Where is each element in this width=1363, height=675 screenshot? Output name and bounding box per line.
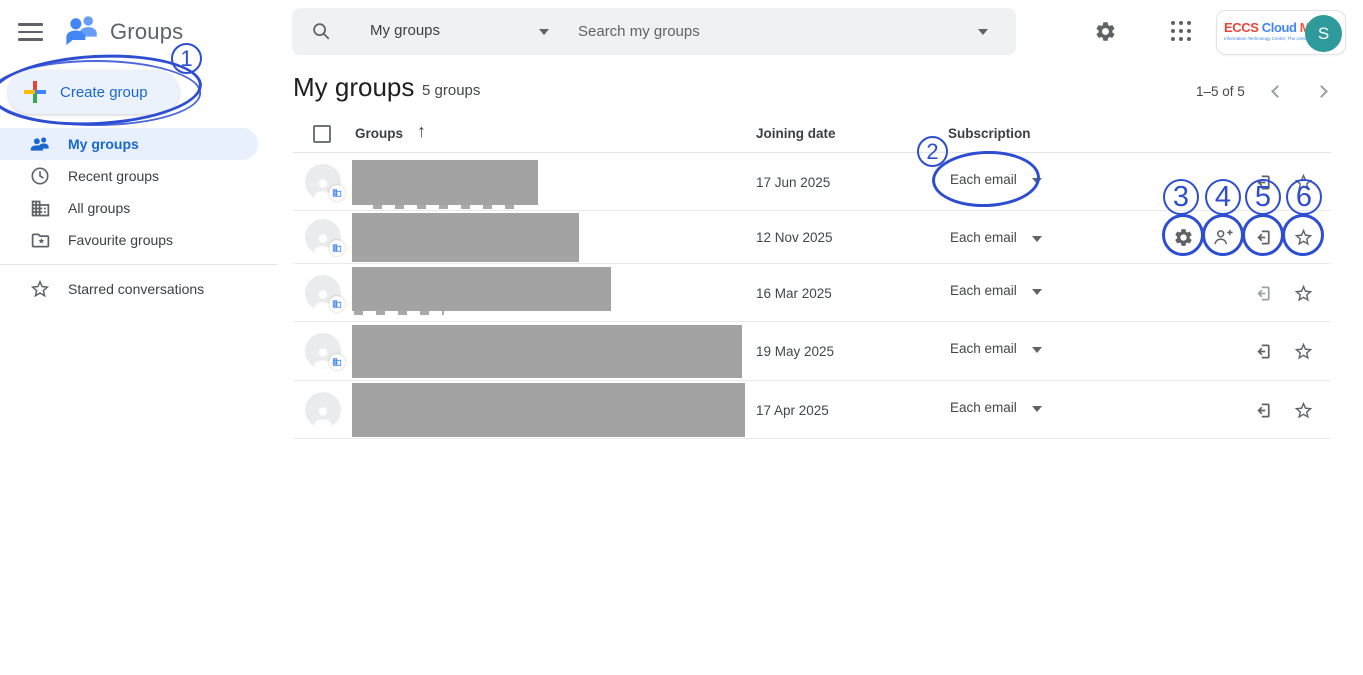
redacted-text-remnant bbox=[354, 311, 444, 315]
sidebar-item-my-groups[interactable]: My groups bbox=[0, 128, 258, 160]
sidebar-item-favourite-groups[interactable]: Favourite groups bbox=[0, 224, 258, 256]
search-icon bbox=[310, 20, 332, 47]
joining-date: 12 Nov 2025 bbox=[756, 230, 833, 245]
redacted-group-name bbox=[352, 267, 611, 311]
group-avatar bbox=[305, 392, 341, 428]
search-input[interactable] bbox=[578, 16, 958, 47]
star-group-icon[interactable] bbox=[1291, 398, 1315, 422]
star-icon bbox=[28, 277, 52, 301]
subscription-caret-icon[interactable] bbox=[1032, 289, 1042, 295]
sort-ascending-icon[interactable]: ↑ bbox=[417, 121, 426, 142]
redacted-group-name bbox=[352, 213, 579, 262]
star-group-icon[interactable] bbox=[1291, 170, 1315, 194]
leave-group-icon[interactable] bbox=[1251, 339, 1275, 363]
table-row[interactable]: 16 Mar 2025 Each email bbox=[293, 264, 1331, 322]
table-header: Groups ↑ Joining date Subscription bbox=[293, 120, 1331, 153]
organization-badge-icon bbox=[329, 240, 345, 256]
table-row[interactable]: 17 Apr 2025 Each email bbox=[293, 381, 1331, 439]
column-subscription[interactable]: Subscription bbox=[948, 126, 1031, 141]
column-groups[interactable]: Groups bbox=[355, 126, 403, 141]
organization-badge-icon bbox=[329, 354, 345, 370]
subscription-caret-icon[interactable] bbox=[1032, 406, 1042, 412]
leave-group-icon[interactable] bbox=[1251, 225, 1275, 249]
sidebar-item-label: Favourite groups bbox=[68, 232, 173, 248]
joining-date: 19 May 2025 bbox=[756, 344, 834, 359]
subscription-value[interactable]: Each email bbox=[950, 283, 1017, 298]
folder-star-icon bbox=[28, 228, 52, 252]
select-all-checkbox[interactable] bbox=[313, 125, 331, 143]
people-icon bbox=[28, 132, 52, 156]
subscription-value[interactable]: Each email bbox=[950, 172, 1017, 187]
redacted-group-name bbox=[352, 325, 742, 378]
account-card: ECCS Cloud Mail Information Technology C… bbox=[1216, 10, 1346, 55]
groups-logo-icon bbox=[64, 13, 102, 51]
sidebar-item-label: All groups bbox=[68, 200, 130, 216]
sidebar-item-recent-groups[interactable]: Recent groups bbox=[0, 160, 258, 192]
subscription-value[interactable]: Each email bbox=[950, 230, 1017, 245]
pagination-prev-icon[interactable] bbox=[1263, 79, 1287, 103]
search-bar[interactable]: My groups bbox=[292, 8, 1016, 55]
pagination-next-icon[interactable] bbox=[1311, 79, 1335, 103]
eccs-brand: ECCS Cloud Mail Information Technology C… bbox=[1224, 20, 1308, 41]
user-avatar[interactable]: S bbox=[1305, 15, 1342, 52]
organization-badge-icon bbox=[329, 185, 345, 201]
joining-date: 17 Apr 2025 bbox=[756, 403, 829, 418]
group-count: 5 groups bbox=[422, 82, 480, 99]
google-plus-icon bbox=[24, 81, 46, 103]
star-group-icon[interactable] bbox=[1291, 281, 1315, 305]
search-options-caret-icon[interactable] bbox=[978, 29, 988, 35]
create-group-button[interactable]: Create group bbox=[8, 70, 179, 114]
domain-icon bbox=[28, 196, 52, 220]
apps-grid-icon[interactable] bbox=[1168, 18, 1194, 44]
redacted-group-name bbox=[352, 160, 538, 205]
clock-icon bbox=[28, 164, 52, 188]
brand-subtext: Information Technology Center, The Unive… bbox=[1224, 36, 1308, 41]
hamburger-menu-icon[interactable] bbox=[18, 20, 46, 44]
sidebar-divider bbox=[0, 264, 277, 265]
column-joining-date[interactable]: Joining date bbox=[756, 126, 836, 141]
search-scope-selector[interactable]: My groups bbox=[370, 22, 440, 39]
brand-word-cloud: Cloud bbox=[1262, 20, 1297, 35]
pagination-range: 1–5 of 5 bbox=[1196, 84, 1245, 99]
table-row[interactable]: 17 Jun 2025 Each email bbox=[293, 153, 1331, 211]
subscription-value[interactable]: Each email bbox=[950, 400, 1017, 415]
joining-date: 16 Mar 2025 bbox=[756, 286, 832, 301]
brand-word-eccs: ECCS bbox=[1224, 20, 1259, 35]
leave-group-icon[interactable] bbox=[1251, 398, 1275, 422]
leave-group-icon[interactable] bbox=[1251, 281, 1275, 305]
create-group-label: Create group bbox=[60, 84, 148, 101]
subscription-caret-icon[interactable] bbox=[1032, 347, 1042, 353]
groups-logo: Groups bbox=[64, 13, 183, 51]
subscription-caret-icon[interactable] bbox=[1032, 178, 1042, 184]
subscription-value[interactable]: Each email bbox=[950, 341, 1017, 356]
star-group-icon[interactable] bbox=[1291, 339, 1315, 363]
subscription-caret-icon[interactable] bbox=[1032, 236, 1042, 242]
redacted-text-remnant bbox=[373, 205, 523, 209]
sidebar-item-label: Recent groups bbox=[68, 168, 159, 184]
table-row[interactable]: 12 Nov 2025 Each email bbox=[293, 211, 1331, 264]
organization-badge-icon bbox=[329, 296, 345, 312]
star-group-icon[interactable] bbox=[1291, 225, 1315, 249]
page-title: My groups bbox=[293, 72, 414, 103]
joining-date: 17 Jun 2025 bbox=[756, 175, 830, 190]
scope-caret-icon[interactable] bbox=[539, 29, 549, 35]
add-member-icon[interactable] bbox=[1211, 225, 1235, 249]
settings-gear-icon[interactable] bbox=[1092, 18, 1118, 44]
app-title: Groups bbox=[110, 19, 183, 45]
group-settings-icon[interactable] bbox=[1171, 225, 1195, 249]
sidebar-item-all-groups[interactable]: All groups bbox=[0, 192, 258, 224]
sidebar-item-label: My groups bbox=[68, 136, 139, 152]
sidebar-item-label: Starred conversations bbox=[68, 281, 204, 297]
sidebar-item-starred-conversations[interactable]: Starred conversations bbox=[0, 273, 258, 305]
leave-group-icon[interactable] bbox=[1251, 170, 1275, 194]
table-row[interactable]: 19 May 2025 Each email bbox=[293, 322, 1331, 381]
redacted-group-name bbox=[352, 383, 745, 437]
